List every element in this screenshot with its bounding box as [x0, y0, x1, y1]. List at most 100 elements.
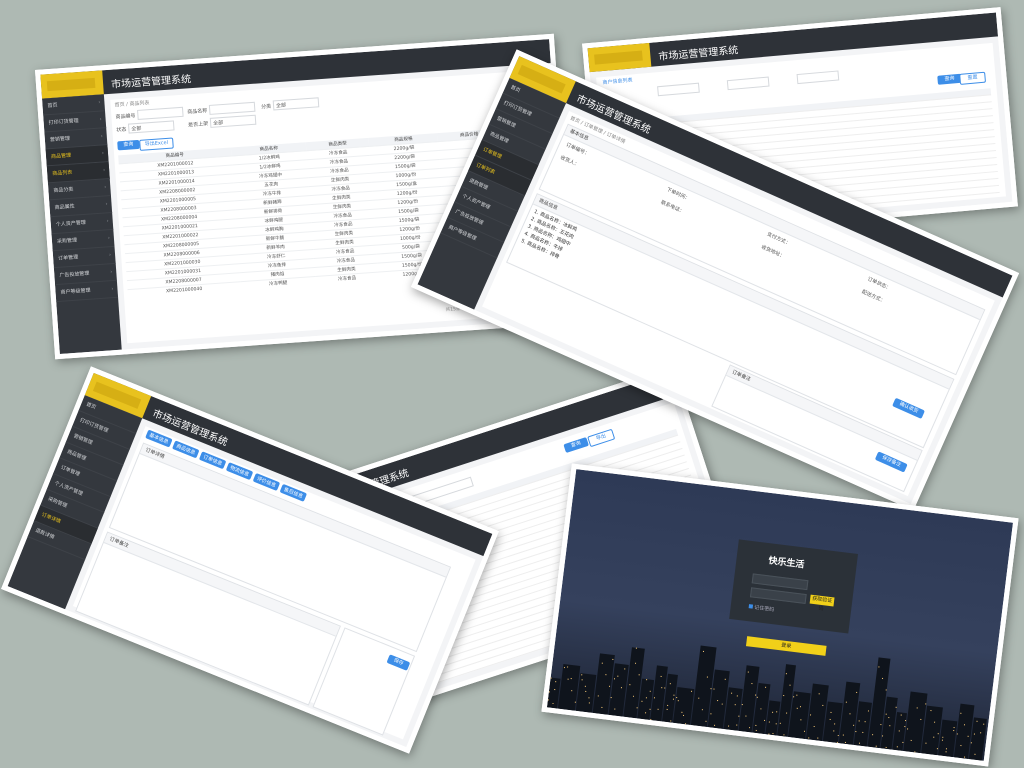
window-light — [844, 741, 847, 743]
verify-code-button[interactable]: 获取验证码 — [809, 594, 835, 612]
window-light — [710, 713, 712, 715]
window-light — [772, 711, 774, 713]
window-light — [641, 700, 643, 702]
sidebar-item[interactable]: 商户等级管理 › — [55, 280, 119, 303]
chevron-right-icon: › — [101, 150, 105, 157]
window-light — [973, 733, 975, 735]
window-light — [581, 674, 583, 676]
window-light — [629, 684, 631, 686]
status-label: 状态 — [116, 126, 127, 134]
window-light — [885, 689, 887, 691]
chevron-right-icon: › — [110, 269, 113, 276]
window-light — [888, 716, 890, 719]
window-light — [584, 685, 586, 687]
window-light — [822, 704, 824, 706]
window-light — [856, 691, 858, 693]
reset-button[interactable]: 重置 — [959, 71, 987, 85]
chevron-right-icon: › — [98, 99, 101, 106]
chevron-right-icon: › — [99, 116, 102, 123]
info-field-label: 收货地址： — [760, 244, 786, 260]
window-light — [849, 713, 851, 715]
window-light — [612, 658, 614, 661]
window-light — [548, 691, 550, 693]
window-light — [614, 708, 616, 710]
window-light — [701, 709, 703, 711]
tab-merchant-list[interactable]: 商户信息列表 — [602, 76, 632, 86]
window-light — [889, 725, 891, 727]
window-light — [830, 711, 832, 713]
chevron-right-icon: › — [107, 235, 111, 242]
window-light — [672, 698, 675, 700]
window-light — [772, 732, 774, 735]
window-light — [567, 666, 569, 668]
system-title: 市场运营管理系统 — [658, 45, 739, 64]
window-light — [768, 733, 770, 735]
filter-input[interactable] — [657, 82, 700, 97]
window-light — [800, 719, 802, 721]
chevron-right-icon: › — [104, 184, 107, 191]
window-light — [885, 713, 887, 715]
search-button[interactable]: 查询 — [937, 73, 962, 85]
window-light — [755, 729, 757, 732]
export-excel-button[interactable]: 导出Excel — [139, 137, 174, 151]
window-light — [554, 689, 556, 691]
chevron-right-icon: › — [100, 133, 104, 140]
window-light — [785, 673, 787, 675]
city-skyline-image — [547, 608, 996, 761]
sidebar-item-label: 商品属性 — [54, 203, 75, 211]
window-light — [853, 724, 855, 726]
window-light — [670, 720, 672, 722]
window-light — [963, 724, 966, 726]
status-select[interactable]: 全部 — [127, 120, 175, 134]
window-light — [690, 690, 693, 692]
window-light — [681, 711, 683, 713]
name-label: 商品名称 — [187, 108, 208, 116]
sidebar-item-label: 订单详情 — [40, 511, 62, 525]
password-input[interactable] — [749, 587, 807, 605]
window-light — [896, 746, 898, 748]
window-light — [638, 674, 640, 676]
search-button[interactable]: 查询 — [117, 139, 140, 151]
export-button[interactable]: 导出 — [587, 428, 616, 448]
window-light — [684, 723, 687, 725]
sidebar-item-label: 商品管理 — [50, 152, 72, 161]
filter-input[interactable] — [726, 76, 770, 91]
window-light — [974, 753, 976, 755]
window-light — [867, 710, 870, 712]
window-light — [775, 723, 777, 725]
type-select-value: 全部 — [275, 102, 287, 110]
screenshot-card-login: 快乐生活 获取验证码 记住密码 登录 — [541, 463, 1019, 767]
status-select-value: 全部 — [131, 125, 142, 133]
window-light — [657, 708, 659, 710]
filter-input[interactable] — [796, 70, 840, 85]
chevron-right-icon: › — [102, 167, 106, 174]
window-light — [842, 734, 844, 736]
window-light — [673, 694, 675, 696]
window-light — [585, 690, 587, 692]
window-light — [713, 688, 715, 690]
chevron-right-icon: › — [105, 201, 108, 208]
window-light — [617, 675, 619, 677]
window-light — [930, 710, 932, 712]
system-title: 市场运营管理系统 — [110, 74, 192, 91]
window-light — [588, 697, 590, 699]
code-input[interactable] — [137, 106, 184, 120]
name-input[interactable] — [208, 101, 256, 115]
search-button[interactable]: 查询 — [563, 437, 589, 454]
window-light — [855, 731, 857, 733]
type-select[interactable]: 全部 — [272, 97, 320, 111]
info-field-label: 收货人： — [559, 154, 580, 169]
window-light — [945, 748, 947, 750]
window-light — [934, 721, 936, 723]
window-light — [714, 724, 716, 726]
info-field-label: 配送方式： — [860, 289, 886, 305]
window-light — [970, 742, 972, 744]
window-light — [635, 647, 637, 649]
remember-checkbox[interactable]: 记住密码 — [748, 603, 775, 613]
window-light — [705, 720, 707, 722]
window-light — [755, 724, 757, 726]
order-edit-app: 市场运营管理系统 首页 打印订货管理 营销管理 商品管理 订单管理 个人资产管理 采购管理订… — [7, 372, 493, 748]
window-light — [956, 733, 958, 735]
shelf-select[interactable]: 全部 — [209, 114, 257, 128]
window-light — [941, 739, 944, 741]
